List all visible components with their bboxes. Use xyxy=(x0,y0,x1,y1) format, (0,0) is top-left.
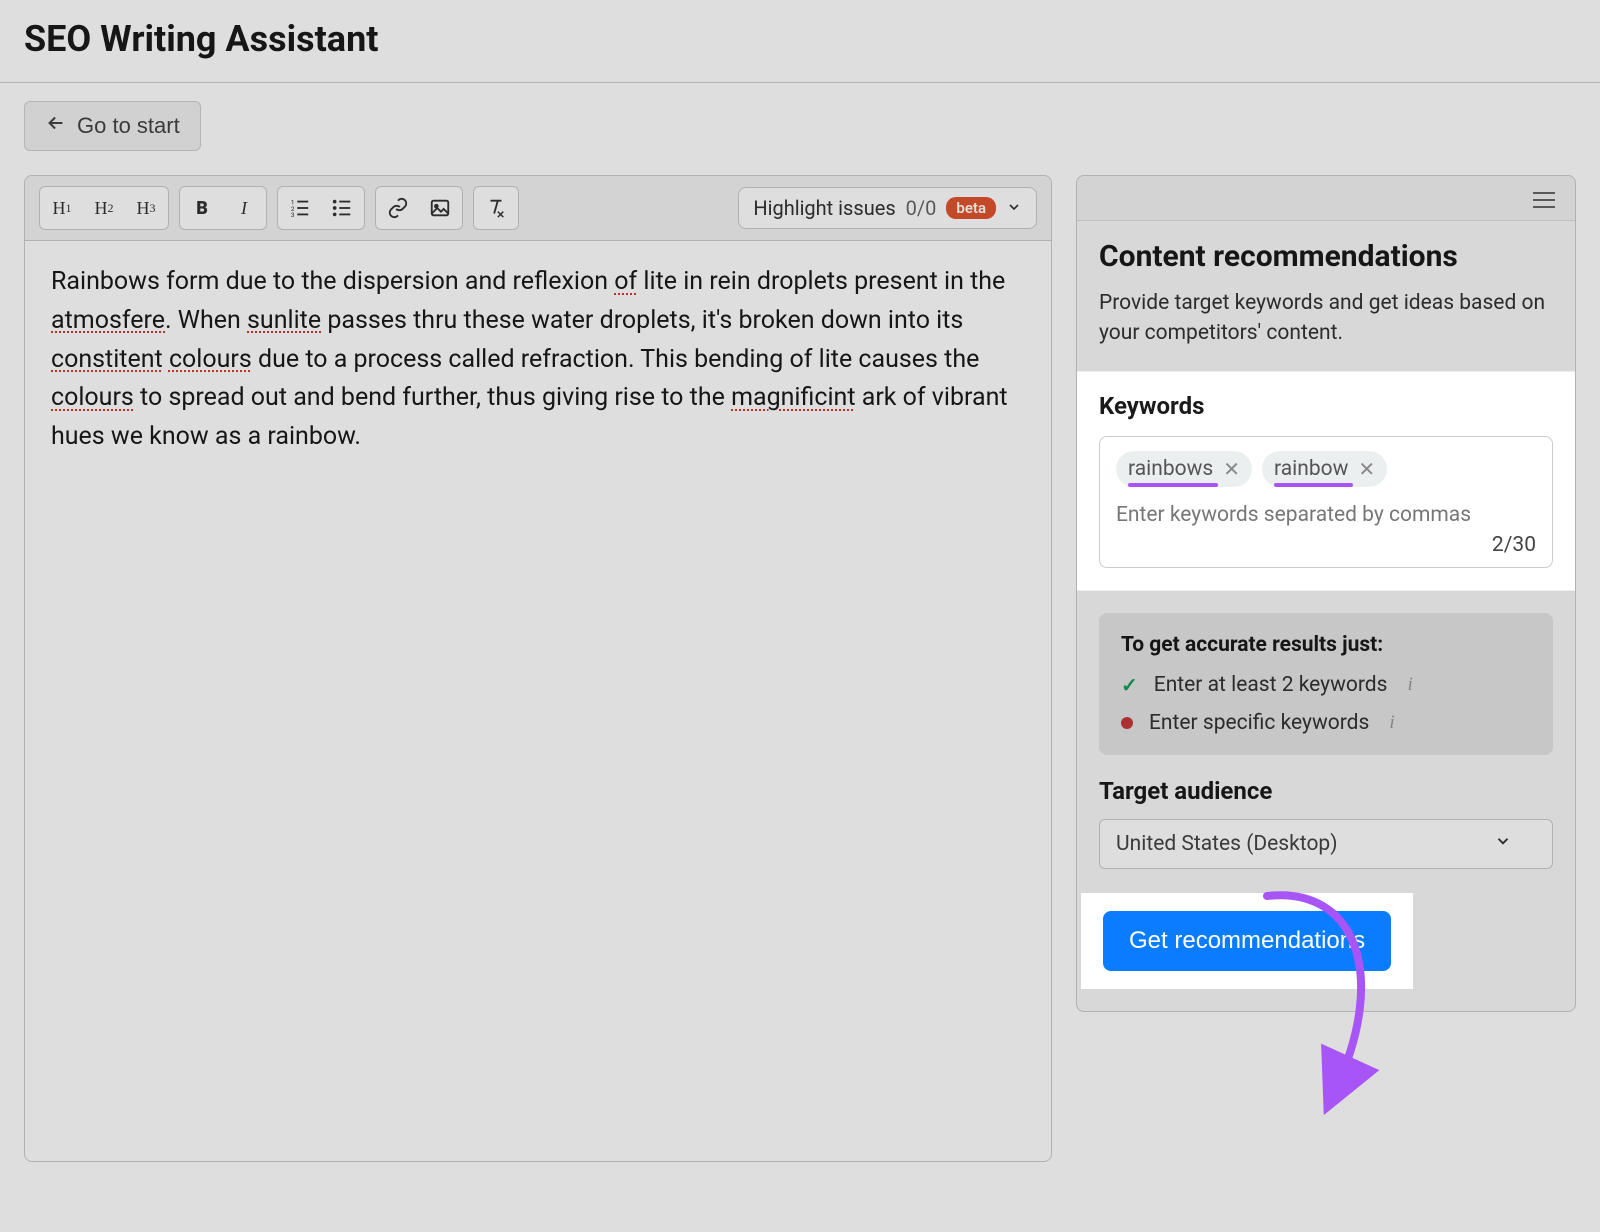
misspelled-word: sunlite xyxy=(247,306,321,335)
keywords-label: Keywords xyxy=(1099,392,1553,420)
go-to-start-button[interactable]: Go to start xyxy=(24,101,201,151)
recommendations-title: Content recommendations xyxy=(1099,239,1553,274)
remove-keyword-icon[interactable]: ✕ xyxy=(1223,457,1240,481)
editor-text: to spread out and bend further, thus giv… xyxy=(134,383,731,412)
tip-text: Enter at least 2 keywords xyxy=(1154,673,1388,697)
chevron-down-icon xyxy=(1494,832,1512,856)
recommendations-description: Provide target keywords and get ideas ba… xyxy=(1099,288,1553,349)
misspelled-word: colours xyxy=(169,345,252,374)
svg-text:3: 3 xyxy=(291,211,295,219)
highlight-issues-label: Highlight issues xyxy=(753,196,895,220)
tip-row: ✓ Enter at least 2 keywords i xyxy=(1121,673,1531,697)
arrow-left-icon xyxy=(45,112,67,140)
keywords-counter: 2/30 xyxy=(1492,533,1536,557)
keyword-chip[interactable]: rainbow ✕ xyxy=(1262,451,1387,487)
editor-panel: H1 H2 H3 B I 123 xyxy=(24,175,1052,1162)
tips-title: To get accurate results just: xyxy=(1121,633,1531,657)
target-audience-value: United States (Desktop) xyxy=(1116,832,1338,856)
heading-1-button[interactable]: H1 xyxy=(42,189,82,227)
keywords-section: Keywords rainbows ✕ rainbow ✕ Enter keyword… xyxy=(1077,371,1575,591)
editor-toolbar: H1 H2 H3 B I 123 xyxy=(25,176,1051,241)
heading-3-button[interactable]: H3 xyxy=(126,189,166,227)
info-icon[interactable]: i xyxy=(1407,674,1412,696)
misspelled-word: constitent xyxy=(51,345,163,374)
keywords-input-box[interactable]: rainbows ✕ rainbow ✕ Enter keywords separat… xyxy=(1099,436,1553,568)
panel-menu-icon[interactable] xyxy=(1529,188,1559,212)
bullet-list-button[interactable] xyxy=(322,189,362,227)
editor-text: Rainbows form due to the dispersion and … xyxy=(51,267,614,296)
editor-text: due to a process called refraction. This… xyxy=(252,345,980,374)
keyword-chip[interactable]: rainbows ✕ xyxy=(1116,451,1252,487)
editor-text: passes thru these water droplets, it's b… xyxy=(321,306,963,335)
misspelled-word: of xyxy=(614,267,637,296)
numbered-list-button[interactable]: 123 xyxy=(280,189,320,227)
italic-button[interactable]: I xyxy=(224,189,264,227)
tip-row: Enter specific keywords i xyxy=(1121,711,1531,735)
bullet-dot-icon xyxy=(1121,717,1133,729)
clear-formatting-button[interactable] xyxy=(476,189,516,227)
check-icon: ✓ xyxy=(1121,673,1138,697)
highlight-issues-dropdown[interactable]: Highlight issues 0/0 beta xyxy=(738,187,1037,229)
misspelled-word: magnificint xyxy=(731,383,855,412)
keyword-chip-label: rainbows xyxy=(1128,457,1213,481)
heading-2-button[interactable]: H2 xyxy=(84,189,124,227)
target-audience-label: Target audience xyxy=(1099,777,1553,805)
link-button[interactable] xyxy=(378,189,418,227)
keywords-placeholder: Enter keywords separated by commas xyxy=(1116,503,1536,527)
target-audience-select[interactable]: United States (Desktop) xyxy=(1099,819,1553,869)
keyword-chip-label: rainbow xyxy=(1274,457,1348,481)
misspelled-word: colours xyxy=(51,383,134,412)
back-button-label: Go to start xyxy=(77,113,180,139)
editor-text: . When xyxy=(165,306,247,335)
get-recommendations-button[interactable]: Get recommendations xyxy=(1103,911,1391,971)
image-button[interactable] xyxy=(420,189,460,227)
editor-text: lite in rein droplets present in the xyxy=(637,267,1005,296)
bold-button[interactable]: B xyxy=(182,189,222,227)
highlight-issues-count: 0/0 xyxy=(906,196,937,220)
chevron-down-icon xyxy=(1006,196,1022,220)
info-icon[interactable]: i xyxy=(1389,712,1394,734)
tip-text: Enter specific keywords xyxy=(1149,711,1369,735)
beta-badge: beta xyxy=(946,197,996,219)
misspelled-word: atmosfere xyxy=(51,306,165,335)
recommendations-panel: Content recommendations Provide target k… xyxy=(1076,175,1576,1012)
remove-keyword-icon[interactable]: ✕ xyxy=(1358,457,1375,481)
tips-box: To get accurate results just: ✓ Enter at … xyxy=(1099,613,1553,755)
page-title: SEO Writing Assistant xyxy=(0,0,1600,82)
editor-textarea[interactable]: Rainbows form due to the dispersion and … xyxy=(25,241,1051,1161)
